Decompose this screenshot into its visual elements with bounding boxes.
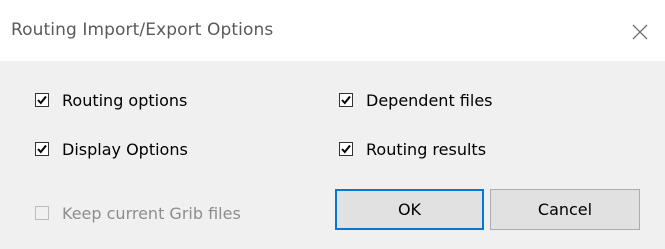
close-icon bbox=[632, 24, 648, 40]
checkmark-icon bbox=[341, 95, 351, 105]
keep-grib-files-checkbox[interactable]: Keep current Grib files bbox=[35, 201, 241, 225]
dependent-files-checkbox[interactable]: Dependent files bbox=[339, 88, 493, 112]
cancel-button[interactable]: Cancel bbox=[490, 189, 640, 230]
routing-results-label: Routing results bbox=[366, 139, 487, 159]
display-options-label: Display Options bbox=[62, 139, 188, 159]
display-options-checkbox[interactable]: Display Options bbox=[35, 137, 188, 161]
checkbox-box[interactable] bbox=[35, 206, 49, 220]
checkmark-icon bbox=[37, 95, 47, 105]
keep-grib-files-label: Keep current Grib files bbox=[62, 203, 241, 223]
routing-results-checkbox[interactable]: Routing results bbox=[339, 137, 486, 161]
checkbox-box[interactable] bbox=[35, 93, 49, 107]
checkbox-box[interactable] bbox=[339, 93, 353, 107]
dialog-title: Routing Import/Export Options bbox=[11, 20, 274, 40]
routing-import-export-dialog: Routing Import/Export Options Routing op… bbox=[0, 0, 665, 249]
ok-button[interactable]: OK bbox=[335, 189, 484, 230]
checkbox-box[interactable] bbox=[35, 142, 49, 156]
title-bar: Routing Import/Export Options bbox=[0, 0, 665, 61]
routing-options-checkbox[interactable]: Routing options bbox=[35, 88, 187, 112]
close-button[interactable] bbox=[626, 18, 654, 46]
checkbox-box[interactable] bbox=[339, 142, 353, 156]
routing-options-label: Routing options bbox=[62, 90, 188, 110]
dependent-files-label: Dependent files bbox=[366, 90, 493, 110]
checkmark-icon bbox=[341, 144, 351, 154]
checkmark-icon bbox=[37, 144, 47, 154]
